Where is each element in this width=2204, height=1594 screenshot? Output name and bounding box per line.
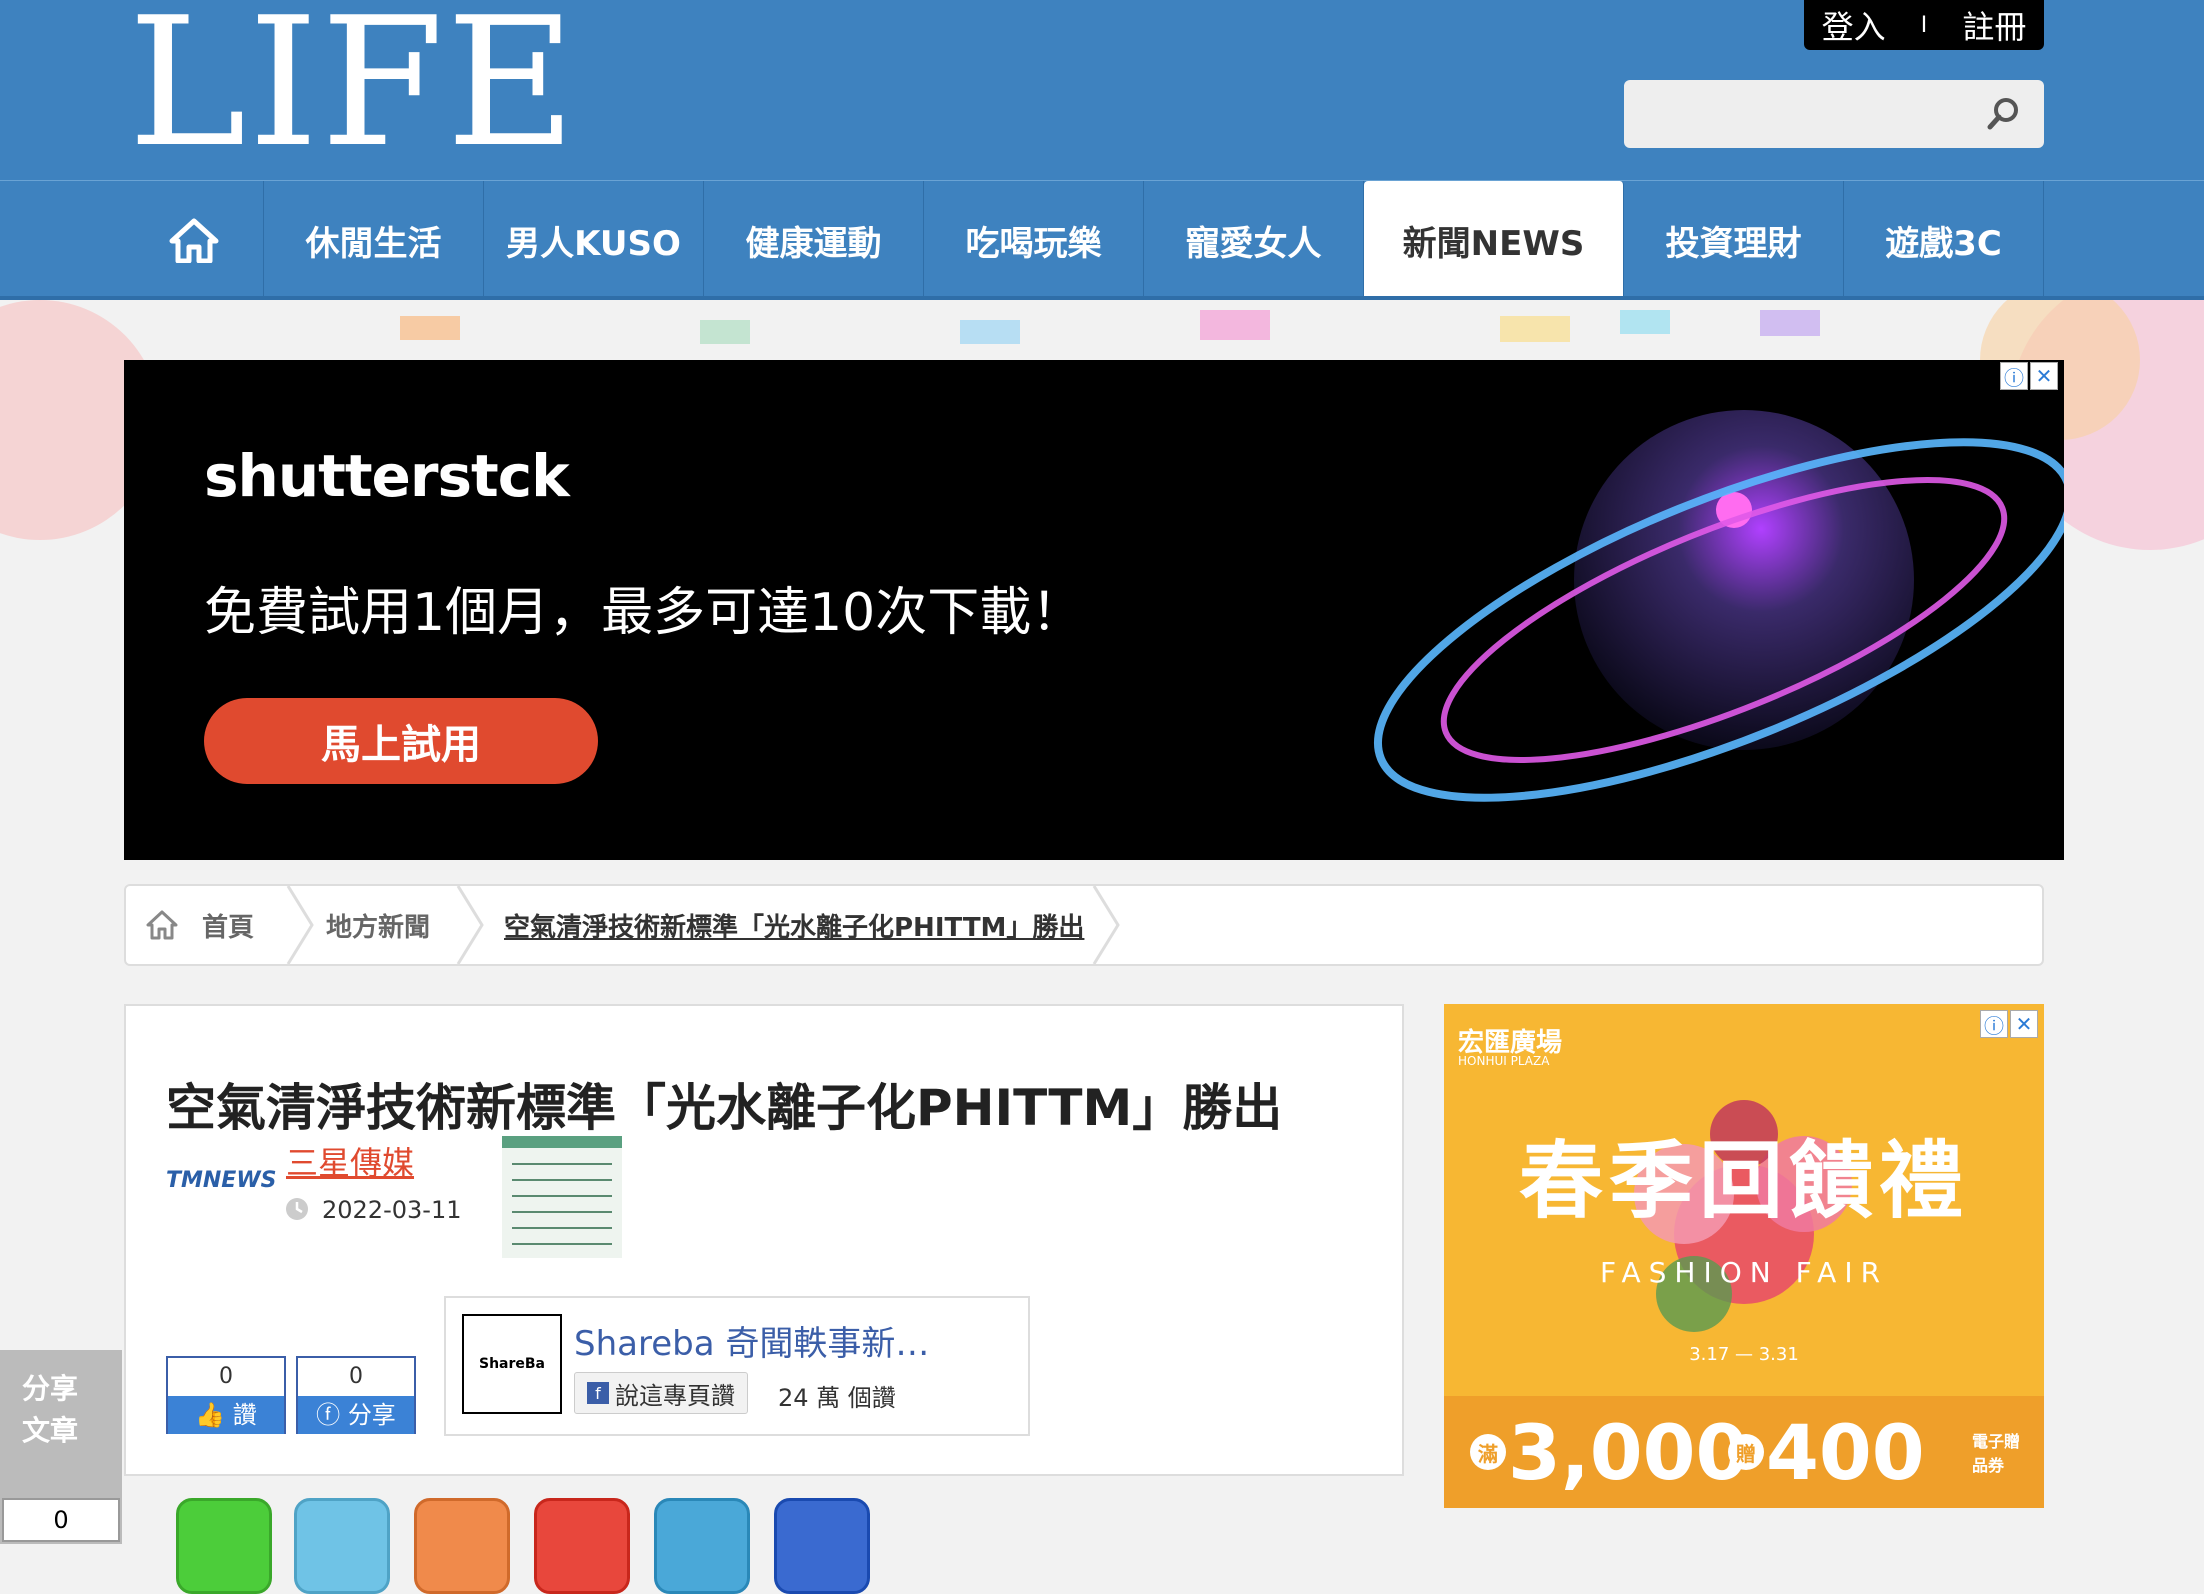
email-share-icon[interactable] xyxy=(654,1498,750,1594)
ad-text: 免費試用1個月，最多可達10次下載！ xyxy=(204,583,1084,643)
side-ad-offer-note: 電子贈品券 xyxy=(1972,1432,2021,1475)
line-share-icon[interactable] xyxy=(176,1498,272,1594)
nav-item-finance[interactable]: 投資理財 xyxy=(1624,181,1844,299)
floating-share-count: 0 xyxy=(2,1498,120,1542)
thumbs-up-icon: 👍 xyxy=(195,1401,226,1429)
nav-item-women[interactable]: 寵愛女人 xyxy=(1144,181,1364,299)
breadcrumb-separator xyxy=(286,886,314,964)
side-ad-subtitle: FASHION FAIR xyxy=(1599,1256,1889,1289)
side-ad-offer-a: 3,000 xyxy=(1508,1408,1749,1497)
fb-like-button[interactable]: 0 👍 讚 xyxy=(166,1356,286,1434)
side-ad-info-icon[interactable]: ⓘ xyxy=(1980,1010,2008,1038)
search-input[interactable] xyxy=(1624,80,1984,148)
nav-item-health[interactable]: 健康運動 xyxy=(704,181,924,299)
main-nav: 休閒生活 男人KUSO 健康運動 吃喝玩樂 寵愛女人 新聞NEWS 投資理財 遊… xyxy=(0,180,2204,299)
fb-page-logo[interactable]: ShareBa xyxy=(462,1314,562,1414)
side-ad-headline: 春季回饋禮 xyxy=(1518,1131,1969,1230)
fb-share-button[interactable]: 0 ⓕ 分享 xyxy=(296,1356,416,1434)
messenger-share-icon[interactable] xyxy=(774,1498,870,1594)
side-ad-brand-en: HONHUI PLAZA xyxy=(1458,1054,1550,1068)
nav-item-leisure[interactable]: 休閒生活 xyxy=(264,181,484,299)
article-card: 空氣清淨技術新標準「光水離子化PHITTM」勝出 TMNEWS 三星傳媒 202… xyxy=(124,1004,1404,1476)
breadcrumb-category[interactable]: 地方新聞 xyxy=(326,886,430,964)
ad-cta-button[interactable]: 馬上試用 xyxy=(204,698,598,784)
offer-mark-b: 贈 xyxy=(1728,1434,1764,1470)
side-ad-dates: 3.17 — 3.31 xyxy=(1689,1344,1799,1365)
floating-share-label: 分享文章 xyxy=(22,1372,79,1447)
share-label: ⓕ 分享 xyxy=(298,1396,414,1434)
facebook-icon: f xyxy=(587,1382,609,1404)
auth-separator: I xyxy=(1920,12,1928,38)
facebook-icon: ⓕ xyxy=(316,1401,341,1429)
publish-date: 2022-03-11 xyxy=(322,1196,462,1224)
breadcrumb-separator xyxy=(1092,886,1120,964)
breadcrumb-separator xyxy=(456,886,484,964)
login-link[interactable]: 登入 xyxy=(1822,2,1886,48)
nav-home[interactable] xyxy=(124,181,264,299)
breadcrumb: 首頁 地方新聞 空氣清淨技術新標準「光水離子化PHITTM」勝出 xyxy=(124,884,2044,966)
side-ad-close-icon[interactable]: ✕ xyxy=(2010,1010,2038,1038)
home-icon[interactable] xyxy=(146,910,178,940)
twitter-share-icon[interactable] xyxy=(294,1498,390,1594)
auth-bar: 登入 I 註冊 xyxy=(1804,0,2044,50)
share-count: 0 xyxy=(349,1364,363,1389)
search-box xyxy=(1624,80,2044,148)
nav-item-men[interactable]: 男人KUSO xyxy=(484,181,704,299)
like-count: 0 xyxy=(219,1364,233,1389)
ad-brand: shutterstck xyxy=(204,442,570,510)
site-logo[interactable]: LIFE xyxy=(128,0,578,172)
source-logo: TMNEWS xyxy=(166,1168,277,1193)
source-link[interactable]: 三星傳媒 xyxy=(286,1138,414,1184)
nav-item-games[interactable]: 遊戲3C xyxy=(1844,181,2044,299)
ad-close-icon[interactable]: ✕ xyxy=(2030,362,2058,390)
article-thumbnail[interactable] xyxy=(502,1136,622,1258)
plurk-share-icon[interactable] xyxy=(414,1498,510,1594)
breadcrumb-home[interactable]: 首頁 xyxy=(202,886,254,964)
ad-banner[interactable]: shutterstck 免費試用1個月，最多可達10次下載！ 馬上試用 ⓘ ✕ xyxy=(124,360,2064,860)
fb-page-like-button[interactable]: f 說這專頁讚 xyxy=(574,1372,748,1414)
weibo-share-icon[interactable] xyxy=(534,1498,630,1594)
clock-icon xyxy=(286,1198,308,1220)
fb-page-likes: 24 萬 個讚 xyxy=(778,1384,896,1412)
like-label: 👍 讚 xyxy=(168,1396,284,1434)
register-link[interactable]: 註冊 xyxy=(1962,2,2026,48)
nav-item-news[interactable]: 新聞NEWS xyxy=(1364,181,1624,299)
fb-page-name[interactable]: Shareba 奇聞軼事新… xyxy=(574,1316,929,1365)
nav-item-food[interactable]: 吃喝玩樂 xyxy=(924,181,1144,299)
home-icon xyxy=(169,218,218,263)
planet-graphic xyxy=(1374,410,2064,802)
side-ad[interactable]: 宏匯廣場 HONHUI PLAZA 春季回饋禮 FASHION FAIR 3.1… xyxy=(1444,1004,2044,1508)
side-ad-offer-b: 400 xyxy=(1766,1408,1925,1497)
breadcrumb-current[interactable]: 空氣清淨技術新標準「光水離子化PHITTM」勝出 xyxy=(504,886,1084,964)
offer-mark-a: 滿 xyxy=(1470,1434,1506,1470)
search-icon[interactable] xyxy=(1986,96,2022,132)
ad-info-icon[interactable]: ⓘ xyxy=(2000,362,2028,390)
article-title: 空氣清淨技術新標準「光水離子化PHITTM」勝出 xyxy=(166,1079,1283,1137)
fb-page-box: ShareBa Shareba 奇聞軼事新… f 說這專頁讚 24 萬 個讚 xyxy=(444,1296,1030,1436)
